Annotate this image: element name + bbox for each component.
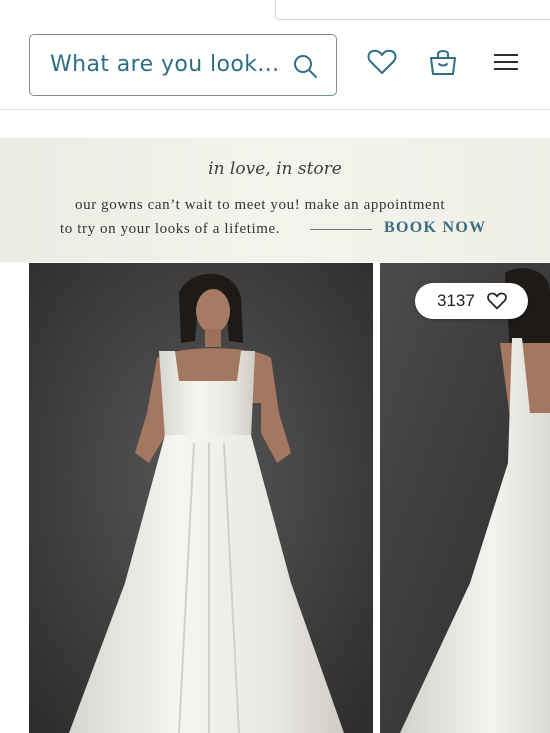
favorite-button[interactable]: 3137 — [415, 283, 528, 319]
promo-divider — [310, 229, 372, 230]
top-bar-fragment — [275, 0, 550, 20]
site-header: What are you look... — [0, 20, 550, 110]
promo-title: in love, in store — [208, 159, 342, 179]
book-now-link[interactable]: BOOK NOW — [384, 219, 486, 237]
promo-text-line2: to try on your looks of a lifetime. — [60, 221, 281, 237]
heart-icon[interactable] — [367, 47, 397, 77]
product-image-gown-front[interactable] — [29, 263, 373, 733]
menu-icon[interactable] — [491, 47, 521, 77]
search-placeholder: What are you look... — [50, 52, 280, 77]
promo-text-line1: our gowns can’t wait to meet you! make a… — [75, 197, 446, 213]
search-input[interactable]: What are you look... — [29, 34, 337, 96]
promo-banner: in love, in store our gowns can’t wait t… — [0, 138, 550, 262]
shopping-bag-icon[interactable] — [428, 47, 458, 77]
heart-icon — [487, 292, 507, 310]
search-icon[interactable] — [292, 53, 318, 79]
favorite-count: 3137 — [437, 291, 475, 310]
product-image-gown-back[interactable] — [380, 263, 550, 733]
